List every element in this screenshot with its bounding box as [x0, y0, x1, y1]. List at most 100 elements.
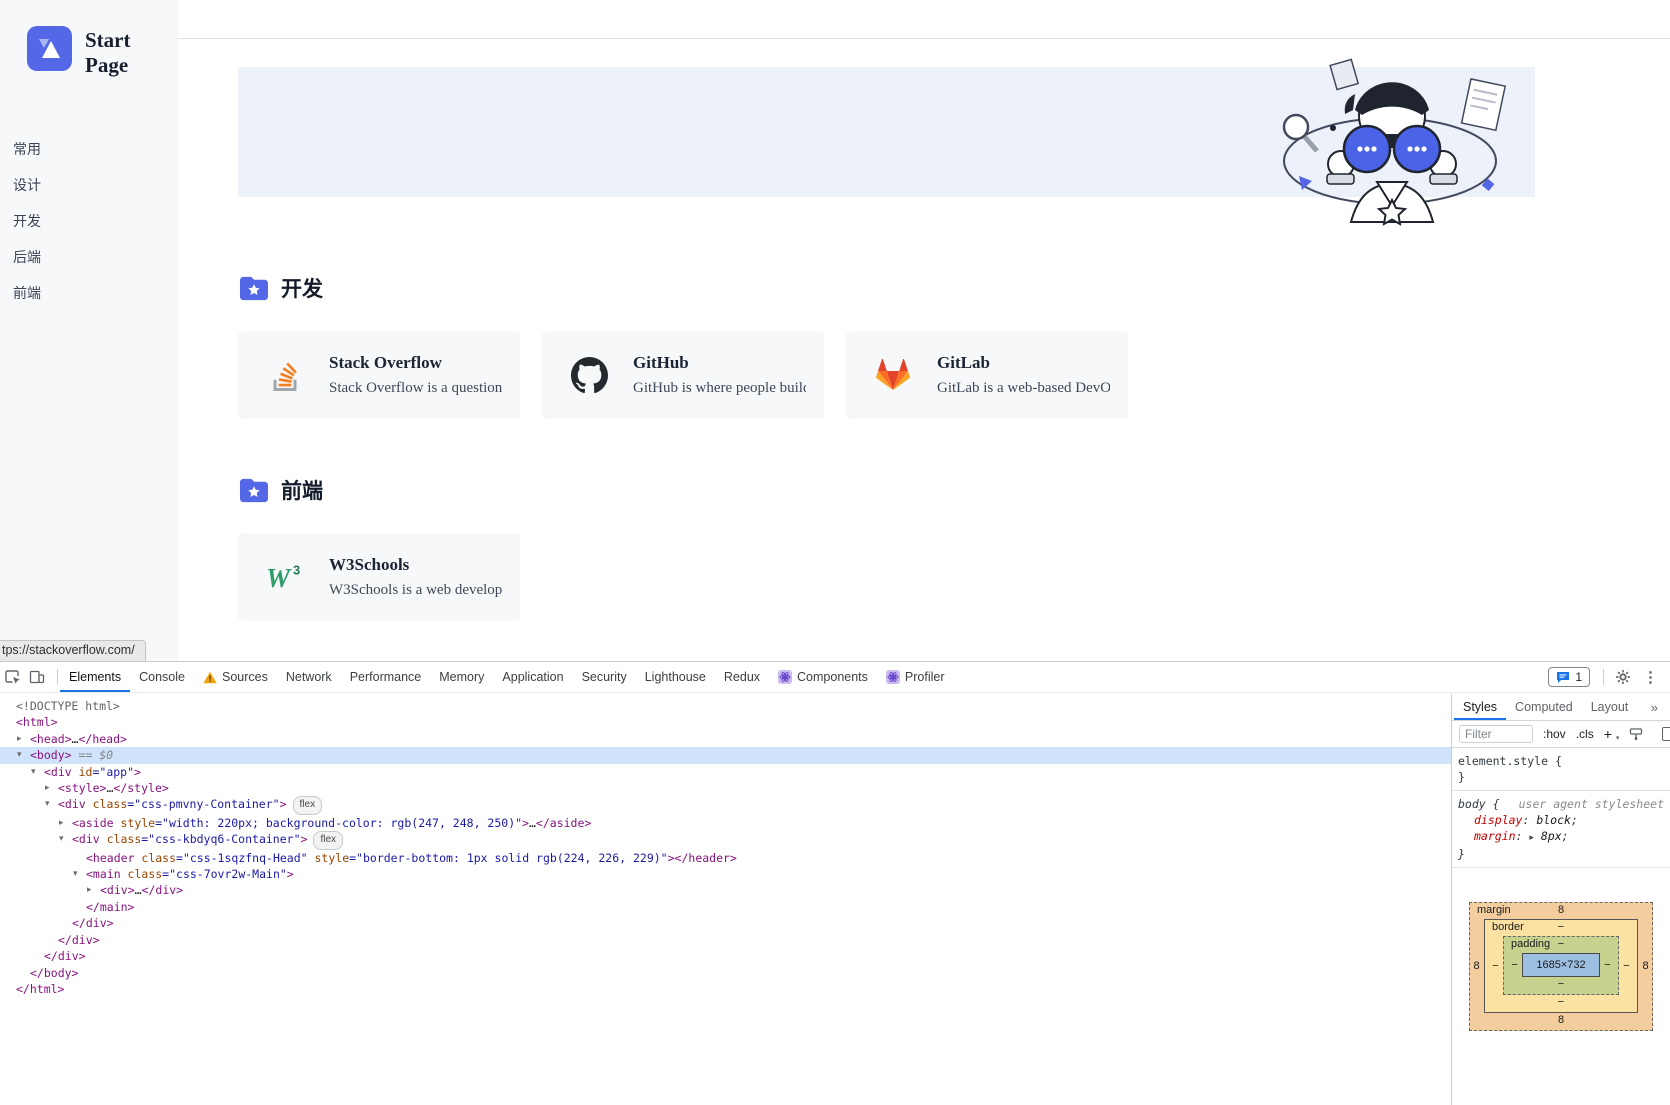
style-rule-element-style[interactable]: element.style { }	[1452, 748, 1670, 791]
chat-badge-icon	[1556, 671, 1570, 684]
styles-options-icon[interactable]	[1629, 727, 1643, 741]
expanded-arrow-icon[interactable]: ▾	[17, 747, 22, 763]
devtools-tab-profiler[interactable]: Profiler	[877, 662, 954, 692]
dom-tree: <!DOCTYPE html><html>▸<head>…</head>▾<bo…	[0, 694, 1451, 1105]
dom-tree-row[interactable]: </body>	[0, 965, 1451, 981]
status-url-tooltip: tps://stackoverflow.com/	[0, 640, 146, 661]
box-model-padding: padding − − 1685×732 − −	[1503, 936, 1619, 995]
bookmark-sections: 开发 Stack Overflow Stack Overflow is a ques…	[238, 273, 1670, 621]
class-toggle[interactable]: .cls	[1576, 727, 1594, 741]
github-icon	[570, 356, 608, 394]
card-description: GitHub is where people build sof…	[633, 380, 806, 397]
device-toolbar-icon[interactable]	[29, 669, 45, 685]
sidebar-item-4[interactable]: 后端	[13, 247, 178, 267]
dom-tree-row[interactable]: ▾<body> == $0	[0, 747, 1451, 763]
dom-tree-row[interactable]: <header class="css-1sqzfnq-Head" style="…	[0, 850, 1451, 866]
stylesheet-origin: user agent stylesheet	[1505, 796, 1664, 812]
main-area: 开发 Stack Overflow Stack Overflow is a ques…	[178, 0, 1670, 661]
devtools-tab-sources[interactable]: Sources	[194, 662, 277, 692]
sidebar-nav: 常用设计开发后端前端	[0, 78, 178, 303]
devtools-tab-security[interactable]: Security	[573, 662, 636, 692]
dom-tree-row[interactable]: ▸<style>…</style>	[0, 780, 1451, 796]
devtools-tabs: ElementsConsoleSourcesNetworkPerformance…	[60, 662, 954, 692]
box-model-diagram[interactable]: margin 8 8 border − −	[1469, 902, 1653, 1031]
pseudo-state-toggle[interactable]: :hov	[1543, 727, 1566, 741]
settings-gear-icon[interactable]	[1615, 669, 1631, 685]
dom-tree-row[interactable]: </div>	[0, 915, 1451, 931]
styles-filter-input[interactable]	[1459, 725, 1533, 743]
sidebar-item-5[interactable]: 前端	[13, 283, 178, 303]
collapsed-arrow-icon[interactable]: ▸	[87, 882, 92, 898]
react-icon	[778, 670, 792, 684]
sidebar-item-2[interactable]: 设计	[13, 175, 178, 195]
dom-tree-row[interactable]: ▾<div id="app">	[0, 764, 1451, 780]
collapsed-arrow-icon[interactable]: ▸	[17, 731, 22, 747]
dom-tree-row[interactable]: ▾<div class="css-pmvny-Container">flex	[0, 796, 1451, 814]
devtools-tab-application[interactable]: Application	[493, 662, 572, 692]
devtools-tab-memory[interactable]: Memory	[430, 662, 493, 692]
inspect-icon[interactable]	[5, 669, 21, 685]
page-content: 开发 Stack Overflow Stack Overflow is a ques…	[178, 39, 1670, 621]
devtools-panel: ElementsConsoleSourcesNetworkPerformance…	[0, 661, 1670, 1105]
bookmark-card[interactable]: GitLabGitLab is a web-based DevOps li…	[846, 331, 1128, 419]
devtools-tab-components[interactable]: Components	[769, 662, 877, 692]
devtools-tab-lighthouse[interactable]: Lighthouse	[636, 662, 715, 692]
more-menu-icon[interactable]: ⋮	[1640, 668, 1661, 686]
card-title: GitHub	[633, 353, 806, 373]
expanded-arrow-icon[interactable]: ▾	[73, 866, 78, 882]
section-title: 开发	[281, 273, 323, 303]
banner	[238, 67, 1535, 197]
dom-tree-row[interactable]: </div>	[0, 932, 1451, 948]
devtools-tab-elements[interactable]: Elements	[60, 662, 130, 692]
expanded-arrow-icon[interactable]: ▾	[31, 764, 36, 780]
dom-tree-row[interactable]: </div>	[0, 948, 1451, 964]
styles-tab-computed[interactable]: Computed	[1506, 694, 1582, 720]
card-title: Stack Overflow	[329, 353, 502, 373]
card-description: Stack Overflow is a question and …	[329, 380, 502, 397]
dom-tree-row[interactable]: <html>	[0, 714, 1451, 730]
sidebar-item-3[interactable]: 开发	[13, 211, 178, 231]
collapsed-arrow-icon[interactable]: ▸	[45, 780, 50, 796]
new-rule-button[interactable]: +	[1604, 726, 1612, 742]
dom-tree-row[interactable]: </main>	[0, 899, 1451, 915]
warning-icon	[203, 671, 217, 684]
styles-tab-styles[interactable]: Styles	[1454, 694, 1506, 720]
dom-tree-row[interactable]: ▾<main class="css-7ovr2w-Main">	[0, 866, 1451, 882]
bookmark-section: 前端W3W3SchoolsW3Schools is a web develope…	[238, 475, 1670, 621]
collapsed-arrow-icon[interactable]: ▸	[59, 815, 64, 831]
app-header	[178, 0, 1670, 39]
dom-tree-row[interactable]: ▾<div class="css-kbdyq6-Container">flex	[0, 831, 1451, 849]
css-property[interactable]: display: block;	[1458, 812, 1664, 828]
dom-tree-row[interactable]: <!DOCTYPE html>	[0, 698, 1451, 714]
bookmark-card[interactable]: W3W3SchoolsW3Schools is a web developer …	[238, 533, 520, 621]
devtools-tab-redux[interactable]: Redux	[715, 662, 769, 692]
bookmark-card[interactable]: Stack Overflow Stack Overflow is a questi…	[238, 331, 520, 419]
gitlab-icon	[874, 356, 912, 394]
more-tabs-chevron[interactable]: »	[1651, 694, 1668, 720]
style-rule-body[interactable]: body { user agent stylesheet display: bl…	[1452, 791, 1670, 868]
sidebar-item-1[interactable]: 常用	[13, 139, 178, 159]
devtools-tab-performance[interactable]: Performance	[341, 662, 431, 692]
dom-tree-row[interactable]: </html>	[0, 981, 1451, 997]
app-logo[interactable]: Start Page	[0, 0, 178, 78]
sidebar: Start Page 常用设计开发后端前端	[0, 0, 178, 661]
screen: Start Page 常用设计开发后端前端	[0, 0, 1670, 1105]
styles-tab-layout[interactable]: Layout	[1582, 694, 1638, 720]
svg-text:3: 3	[293, 563, 300, 577]
console-badge[interactable]: 1	[1548, 667, 1590, 687]
flex-badge[interactable]: flex	[293, 796, 323, 814]
clipped-toolbar-icon[interactable]	[1662, 727, 1670, 741]
bookmark-card[interactable]: GitHub GitHub is where people build sof…	[542, 331, 824, 419]
expanded-arrow-icon[interactable]: ▾	[45, 796, 50, 812]
expanded-arrow-icon[interactable]: ▾	[59, 831, 64, 847]
devtools-tab-network[interactable]: Network	[277, 662, 341, 692]
dom-tree-row[interactable]: ▸<head>…</head>	[0, 731, 1451, 747]
styles-sidebar: StylesComputedLayout» :hov .cls + ▾	[1451, 694, 1670, 1105]
react-icon	[886, 670, 900, 684]
devtools-tab-console[interactable]: Console	[130, 662, 194, 692]
flex-badge[interactable]: flex	[313, 831, 343, 849]
w3schools-icon: W3	[266, 558, 304, 596]
dom-tree-row[interactable]: ▸<aside style="width: 220px; background-…	[0, 815, 1451, 831]
dom-tree-row[interactable]: ▸<div>…</div>	[0, 882, 1451, 898]
css-property[interactable]: margin: ▸ 8px;	[1458, 828, 1664, 846]
